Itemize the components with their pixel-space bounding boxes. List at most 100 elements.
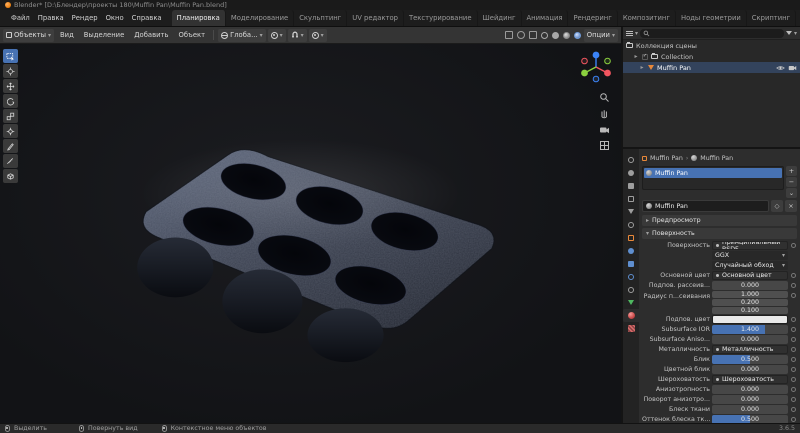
- decorator-icon[interactable]: [790, 243, 797, 248]
- prop-tab-world[interactable]: [623, 218, 639, 231]
- menu-file[interactable]: Файл: [7, 10, 34, 26]
- decorator-icon[interactable]: [790, 283, 797, 288]
- snap-dropdown[interactable]: ▾: [288, 29, 307, 42]
- unlink-material-button[interactable]: ×: [785, 200, 797, 212]
- tab-texture-paint[interactable]: Текстурирование: [404, 10, 478, 26]
- chevron-down-icon[interactable]: ▾: [794, 30, 797, 37]
- move-tool[interactable]: [3, 79, 18, 93]
- base-color-link-button[interactable]: Основной цвет: [712, 271, 788, 280]
- prop-tab-physics[interactable]: [623, 270, 639, 283]
- mode-selector[interactable]: Объекты ▾: [3, 29, 54, 42]
- add-slot-button[interactable]: +: [786, 166, 797, 176]
- decorator-icon[interactable]: [790, 387, 797, 392]
- filter-icon[interactable]: [786, 31, 792, 35]
- shading-wireframe-button[interactable]: [541, 32, 548, 39]
- menu-object[interactable]: Объект: [174, 31, 209, 39]
- show-overlays-toggle[interactable]: [517, 31, 525, 39]
- outliner-scene-collection-row[interactable]: Коллекция сцены: [623, 40, 800, 51]
- tab-shading[interactable]: Шейдинг: [478, 10, 522, 26]
- prop-tab-object-data[interactable]: [623, 296, 639, 309]
- specular-slider[interactable]: 0.500: [712, 355, 788, 364]
- tab-animation[interactable]: Анимация: [522, 10, 569, 26]
- prop-tab-modifiers[interactable]: [623, 244, 639, 257]
- decorator-icon[interactable]: [790, 407, 797, 412]
- prop-tab-tool[interactable]: [623, 153, 639, 166]
- decorator-icon[interactable]: [790, 291, 797, 298]
- disable-in-render-camera-icon[interactable]: [788, 64, 797, 71]
- subsurface-slider[interactable]: 0.000: [712, 281, 788, 290]
- add-primitive-tool[interactable]: [3, 169, 18, 183]
- prop-tab-scene[interactable]: [623, 205, 639, 218]
- tab-layout[interactable]: Планировка: [172, 10, 226, 26]
- material-slot-list[interactable]: Muffin Pan: [642, 166, 784, 190]
- prop-tab-render[interactable]: [623, 166, 639, 179]
- chevron-down-icon[interactable]: ▾: [635, 30, 638, 37]
- hide-eye-icon[interactable]: [776, 65, 785, 71]
- camera-view-icon[interactable]: [599, 124, 610, 135]
- measure-tool[interactable]: [3, 154, 18, 168]
- material-name-input[interactable]: Muffin Pan: [642, 200, 769, 212]
- sheen-slider[interactable]: 0.000: [712, 405, 788, 414]
- subsurface-color-swatch[interactable]: [712, 315, 788, 324]
- decorator-icon[interactable]: [790, 273, 797, 278]
- pivot-point-dropdown[interactable]: ▾: [268, 29, 286, 42]
- tab-uv-editing[interactable]: UV редактор: [347, 10, 404, 26]
- options-dropdown[interactable]: Опции ▾: [584, 29, 618, 42]
- cursor-tool[interactable]: [3, 64, 18, 78]
- menu-window[interactable]: Окно: [102, 10, 128, 26]
- zoom-icon[interactable]: [599, 92, 610, 103]
- xray-toggle[interactable]: [529, 31, 537, 39]
- anisotropic-rotation-slider[interactable]: 0.000: [712, 395, 788, 404]
- add-workspace-button[interactable]: +: [796, 10, 800, 26]
- prop-tab-material[interactable]: [623, 309, 639, 322]
- menu-view[interactable]: Вид: [56, 31, 78, 39]
- anisotropic-slider[interactable]: 0.000: [712, 385, 788, 394]
- expander-icon[interactable]: ▸: [639, 64, 645, 71]
- specular-tint-slider[interactable]: 0.000: [712, 365, 788, 374]
- decorator-icon[interactable]: [790, 397, 797, 402]
- decorator-icon[interactable]: [790, 337, 797, 342]
- viewport-3d[interactable]: [0, 44, 621, 423]
- preview-section-header[interactable]: ▸ Предпросмотр: [642, 215, 797, 226]
- decorator-icon[interactable]: [790, 377, 797, 382]
- annotate-tool[interactable]: [3, 139, 18, 153]
- decorator-icon[interactable]: [790, 327, 797, 332]
- subsurface-method-dropdown[interactable]: Случайный обход ▾: [712, 261, 788, 270]
- decorator-icon[interactable]: [790, 347, 797, 352]
- prop-tab-texture[interactable]: [623, 322, 639, 335]
- tab-sculpting[interactable]: Скульптинг: [294, 10, 347, 26]
- outliner-editor-icon[interactable]: [626, 31, 633, 32]
- sheen-tint-slider[interactable]: 0.500: [712, 415, 788, 423]
- fake-user-button[interactable]: ◇: [771, 200, 783, 212]
- menu-edit[interactable]: Правка: [34, 10, 68, 26]
- outliner-collection-row[interactable]: ▸ ✓ Collection: [623, 51, 800, 62]
- outliner-object-row[interactable]: ▸ Muffin Pan: [623, 62, 800, 73]
- decorator-icon[interactable]: [790, 357, 797, 362]
- tab-scripting[interactable]: Скриптинг: [747, 10, 796, 26]
- material-slot-item[interactable]: Muffin Pan: [644, 168, 782, 178]
- remove-slot-button[interactable]: −: [786, 177, 797, 187]
- decorator-icon[interactable]: [790, 317, 797, 322]
- muffin-pan-model[interactable]: [0, 44, 621, 423]
- roughness-link-button[interactable]: Шероховатость: [712, 375, 788, 384]
- metallic-link-button[interactable]: Металличность: [712, 345, 788, 354]
- decorator-icon[interactable]: [790, 417, 797, 422]
- subsurface-anisotropy-slider[interactable]: 0.000: [712, 335, 788, 344]
- shading-solid-button[interactable]: [552, 32, 559, 39]
- collection-checkbox[interactable]: ✓: [642, 54, 648, 60]
- subsurface-radius-g[interactable]: 0.200: [712, 299, 788, 306]
- subsurface-ior-slider[interactable]: 1.400: [712, 325, 788, 334]
- menu-select[interactable]: Выделение: [80, 31, 128, 39]
- surface-shader-button[interactable]: Принципиальный BSDF: [712, 241, 788, 250]
- subsurface-radius-b[interactable]: 0.100: [712, 307, 788, 314]
- navigation-gizmo[interactable]: [579, 50, 613, 84]
- outliner-search-input[interactable]: [640, 29, 784, 38]
- tab-modeling[interactable]: Моделирование: [226, 10, 294, 26]
- menu-help[interactable]: Справка: [128, 10, 166, 26]
- scale-tool[interactable]: [3, 109, 18, 123]
- perspective-toggle-icon[interactable]: [599, 140, 610, 151]
- prop-tab-particles[interactable]: [623, 257, 639, 270]
- subsurface-radius-r[interactable]: 1.000: [712, 291, 788, 298]
- surface-section-header[interactable]: ▾ Поверхность: [642, 228, 797, 239]
- tab-compositing[interactable]: Композитинг: [618, 10, 676, 26]
